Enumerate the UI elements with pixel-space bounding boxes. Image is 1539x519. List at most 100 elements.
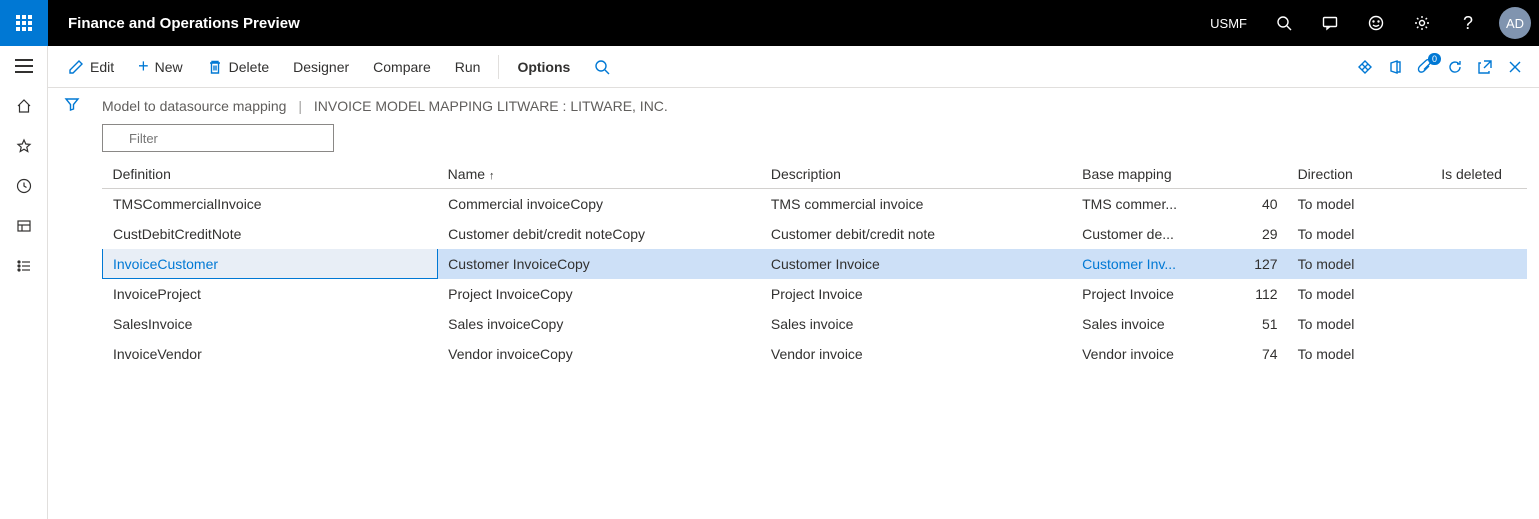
cell-name[interactable]: Customer InvoiceCopy [438,249,761,279]
cell-is-deleted[interactable] [1431,189,1527,219]
search-icon [1276,15,1292,31]
cell-definition[interactable]: SalesInvoice [103,309,438,339]
refresh-button[interactable] [1441,55,1469,79]
cell-definition[interactable]: InvoiceVendor [103,339,438,369]
nav-hamburger[interactable] [0,46,48,86]
app-title: Finance and Operations Preview [48,15,320,32]
cell-definition[interactable]: CustDebitCreditNote [103,219,438,249]
designer-button[interactable]: Designer [283,55,359,79]
nav-workspaces[interactable] [0,206,48,246]
dataverse-button[interactable] [1351,55,1379,79]
table-row[interactable]: InvoiceProjectProject InvoiceCopyProject… [103,279,1528,309]
cell-count[interactable]: 74 [1216,339,1288,369]
messages-button[interactable] [1307,0,1353,46]
cell-name[interactable]: Sales invoiceCopy [438,309,761,339]
compare-label: Compare [373,59,431,75]
compare-button[interactable]: Compare [363,55,441,79]
cell-count[interactable]: 112 [1216,279,1288,309]
attachments-button[interactable]: 0 [1411,55,1439,79]
star-icon [16,138,32,154]
cell-definition[interactable]: InvoiceCustomer [103,249,438,279]
cell-name[interactable]: Commercial invoiceCopy [438,189,761,219]
cell-is-deleted[interactable] [1431,279,1527,309]
company-code[interactable]: USMF [1196,16,1261,31]
cell-direction[interactable]: To model [1288,309,1432,339]
delete-button[interactable]: Delete [197,55,279,79]
breadcrumb: Model to datasource mapping | INVOICE MO… [96,98,1539,124]
cell-count[interactable]: 40 [1216,189,1288,219]
popout-button[interactable] [1471,55,1499,79]
funnel-icon [64,96,80,112]
search-button[interactable] [1261,0,1307,46]
cell-is-deleted[interactable] [1431,339,1527,369]
cell-definition[interactable]: InvoiceProject [103,279,438,309]
cell-is-deleted[interactable] [1431,309,1527,339]
cell-direction[interactable]: To model [1288,249,1432,279]
cell-direction[interactable]: To model [1288,219,1432,249]
cell-description[interactable]: Sales invoice [761,309,1072,339]
filter-pane-toggle[interactable] [64,96,80,115]
close-button[interactable] [1501,55,1529,79]
cell-is-deleted[interactable] [1431,219,1527,249]
page-search-button[interactable] [584,55,620,79]
cell-description[interactable]: Customer Invoice [761,249,1072,279]
cell-definition[interactable]: TMSCommercialInvoice [103,189,438,219]
edit-button[interactable]: Edit [58,55,124,79]
cell-base-mapping[interactable]: Project Invoice [1072,279,1216,309]
cell-base-mapping[interactable]: TMS commer... [1072,189,1216,219]
col-header-definition[interactable]: Definition [103,160,438,189]
edit-label: Edit [90,59,114,75]
options-button[interactable]: Options [507,55,580,79]
col-header-description[interactable]: Description [761,160,1072,189]
separator [498,55,499,79]
grid-header-row: Definition Name↑ Description Base mappin… [103,160,1528,189]
col-header-direction[interactable]: Direction [1288,160,1432,189]
table-row[interactable]: CustDebitCreditNoteCustomer debit/credit… [103,219,1528,249]
col-header-is-deleted[interactable]: Is deleted [1431,160,1527,189]
cell-count[interactable]: 127 [1216,249,1288,279]
new-button[interactable]: + New [128,52,193,81]
run-label: Run [455,59,481,75]
cell-name[interactable]: Project InvoiceCopy [438,279,761,309]
mapping-grid: Definition Name↑ Description Base mappin… [102,160,1527,369]
cell-direction[interactable]: To model [1288,339,1432,369]
nav-favorites[interactable] [0,126,48,166]
cell-description[interactable]: Project Invoice [761,279,1072,309]
delete-label: Delete [229,59,269,75]
feedback-button[interactable] [1353,0,1399,46]
settings-button[interactable] [1399,0,1445,46]
table-row[interactable]: TMSCommercialInvoiceCommercial invoiceCo… [103,189,1528,219]
cell-description[interactable]: Customer debit/credit note [761,219,1072,249]
cell-base-mapping[interactable]: Sales invoice [1072,309,1216,339]
cell-description[interactable]: Vendor invoice [761,339,1072,369]
run-button[interactable]: Run [445,55,491,79]
trash-icon [207,59,223,75]
cell-name[interactable]: Customer debit/credit noteCopy [438,219,761,249]
app-launcher-button[interactable] [0,0,48,46]
table-row[interactable]: SalesInvoiceSales invoiceCopySales invoi… [103,309,1528,339]
cell-is-deleted[interactable] [1431,249,1527,279]
table-row[interactable]: InvoiceVendorVendor invoiceCopyVendor in… [103,339,1528,369]
cell-direction[interactable]: To model [1288,189,1432,219]
cell-direction[interactable]: To model [1288,279,1432,309]
cell-count[interactable]: 51 [1216,309,1288,339]
cell-base-mapping[interactable]: Vendor invoice [1072,339,1216,369]
cell-base-mapping[interactable]: Customer de... [1072,219,1216,249]
cell-count[interactable]: 29 [1216,219,1288,249]
hamburger-icon [15,59,33,73]
table-row[interactable]: InvoiceCustomerCustomer InvoiceCopyCusto… [103,249,1528,279]
user-avatar[interactable]: AD [1499,7,1531,39]
grid-filter-input[interactable] [102,124,334,152]
nav-recent[interactable] [0,166,48,206]
nav-home[interactable] [0,86,48,126]
col-header-base-mapping[interactable]: Base mapping [1072,160,1287,189]
cell-base-mapping[interactable]: Customer Inv... [1072,249,1216,279]
new-label: New [155,59,183,75]
help-button[interactable]: ? [1445,0,1491,46]
clock-icon [16,178,32,194]
nav-modules[interactable] [0,246,48,286]
col-header-name[interactable]: Name↑ [438,160,761,189]
open-office-button[interactable] [1381,55,1409,79]
cell-description[interactable]: TMS commercial invoice [761,189,1072,219]
cell-name[interactable]: Vendor invoiceCopy [438,339,761,369]
